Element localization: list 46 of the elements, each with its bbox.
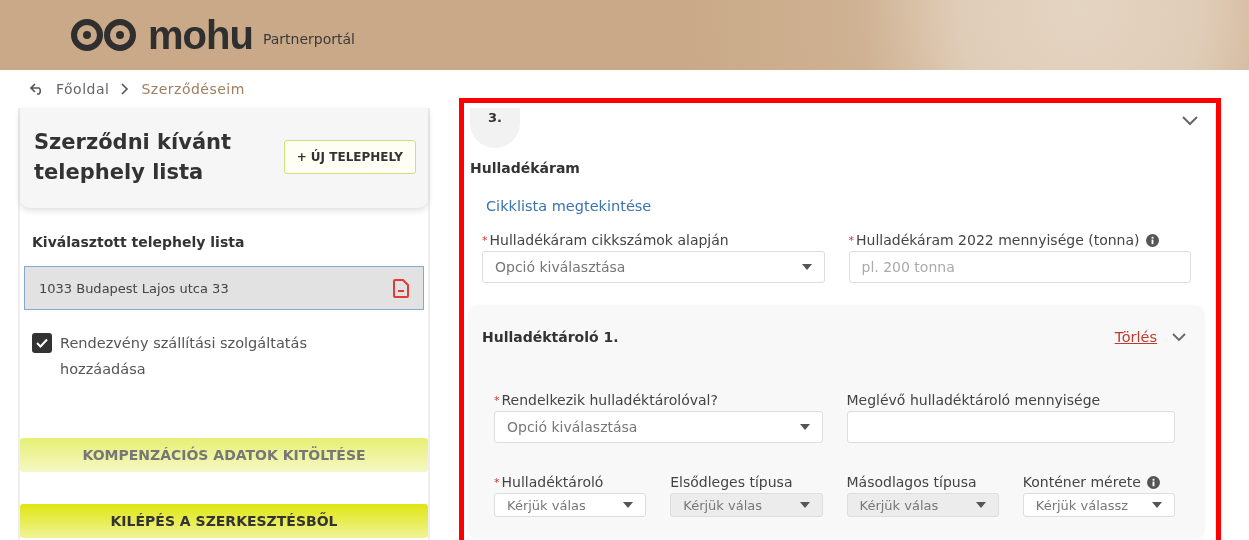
chevron-icon bbox=[121, 83, 130, 95]
panel-title: Szerződni kívánt telephely lista bbox=[34, 129, 233, 186]
info-icon[interactable] bbox=[1146, 475, 1160, 489]
item-list-link[interactable]: Cikklista megtekintése bbox=[486, 198, 652, 214]
required-mark: * bbox=[848, 233, 854, 247]
field-label: Másodlagos típusa bbox=[846, 474, 977, 490]
checkbox-label: Rendezvény szállítási szolgáltatás hozzáadása bbox=[60, 334, 308, 379]
chevron-icon[interactable] bbox=[1171, 332, 1187, 342]
select-field[interactable]: Kérjük válas bbox=[494, 493, 647, 517]
action-button[interactable]: KILÉPÉS A SZERKESZTÉSBŐL bbox=[20, 504, 428, 538]
field-label: Konténer mérete bbox=[1022, 474, 1141, 490]
section-title: Hulladékáram bbox=[470, 160, 581, 176]
field-label: Elsődleges típusa bbox=[670, 474, 793, 490]
document-icon[interactable] bbox=[393, 278, 409, 298]
caret-icon[interactable] bbox=[623, 502, 634, 508]
site-item[interactable]: 1033 Budapest Lajos utca 33 bbox=[24, 266, 424, 310]
select-field[interactable]: Opció kiválasztása bbox=[494, 411, 823, 443]
info-icon[interactable] bbox=[1145, 233, 1159, 247]
section-heading: Kiválasztott telephely lista bbox=[32, 234, 246, 250]
chevron-icon[interactable] bbox=[1181, 114, 1199, 126]
select-field[interactable]: Opció kiválasztása bbox=[482, 251, 825, 283]
field-label: Hulladékáram 2022 mennyisége (tonna) bbox=[856, 232, 1140, 248]
required-mark: * bbox=[494, 393, 500, 407]
delete-link[interactable]: Törlés bbox=[1114, 329, 1157, 345]
required-mark: * bbox=[494, 475, 500, 489]
required-mark: * bbox=[482, 233, 488, 247]
input-field[interactable]: pl. 200 tonna bbox=[848, 251, 1191, 283]
select-field[interactable]: Kérjük válassz bbox=[1022, 493, 1175, 517]
caret-icon[interactable] bbox=[799, 424, 810, 430]
field-label: Hulladékáram cikkszámok alapján bbox=[489, 232, 729, 248]
portal-title: Partnerportál bbox=[262, 31, 355, 47]
step-number: 3. bbox=[470, 108, 520, 148]
logo-text: mohu bbox=[148, 12, 253, 58]
back-icon[interactable] bbox=[30, 83, 44, 95]
breadcrumb-link[interactable]: Szerződéseim bbox=[141, 81, 245, 97]
caret-icon[interactable] bbox=[801, 264, 812, 270]
checkbox[interactable] bbox=[32, 333, 52, 353]
card-title: Hulladéktároló 1. bbox=[482, 329, 620, 345]
field-label: Hulladéktároló bbox=[501, 474, 604, 490]
field-label: Meglévő hulladéktároló mennyisége bbox=[846, 392, 1101, 408]
input-field[interactable] bbox=[846, 411, 1175, 443]
check-icon bbox=[36, 338, 48, 348]
new-site-button[interactable]: + ÚJ TELEPHELY bbox=[283, 140, 416, 174]
breadcrumb-link[interactable]: Főoldal bbox=[56, 81, 110, 97]
field-label: Rendelkezik hulladéktárolóval? bbox=[501, 392, 718, 408]
caret-icon[interactable] bbox=[1152, 502, 1162, 508]
